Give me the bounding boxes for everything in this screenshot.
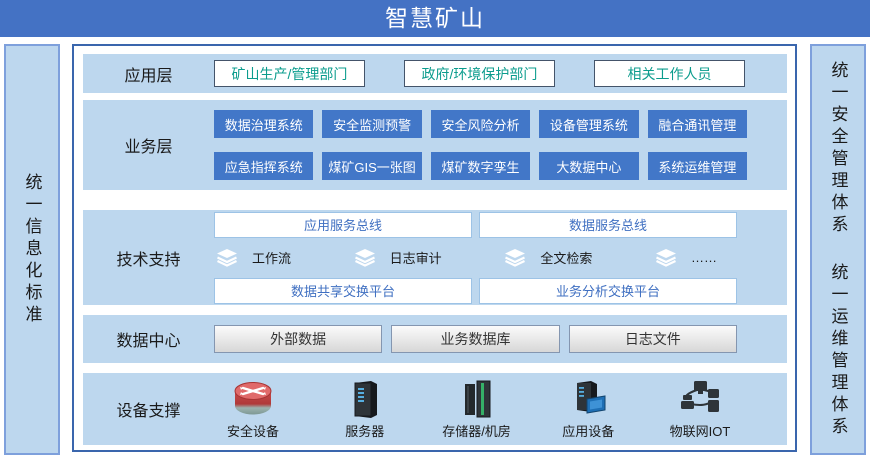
middleware-item: 工作流: [216, 248, 291, 267]
security-system-label: 统一安全管理体系: [830, 61, 847, 237]
business-system-box: 煤矿数字孪生: [431, 152, 530, 180]
data-source-box: 外部数据: [214, 325, 382, 353]
application-box: 矿山生产/管理部门: [214, 60, 365, 87]
app-device-icon: [567, 379, 609, 419]
tech-support-label: 技术支持: [83, 210, 214, 305]
iot-network-icon: [677, 379, 723, 419]
business-system-box: 煤矿GIS一张图: [322, 152, 421, 180]
business-system-box: 系统运维管理: [648, 152, 747, 180]
business-row: 应急指挥系统 煤矿GIS一张图 煤矿数字孪生 大数据中心 系统运维管理: [214, 152, 747, 180]
right-systems-bar: 统一安全管理体系 统一运维管理体系: [810, 44, 866, 455]
page-title: 智慧矿山: [0, 0, 870, 37]
middleware-row: 工作流 日志审计 全文检索 ……: [214, 247, 737, 269]
business-system-box: 融合通讯管理: [648, 110, 747, 138]
exchange-platform-row: 数据共享交换平台 业务分析交换平台: [214, 278, 737, 304]
equipment-label: 存储器/机房: [442, 421, 511, 440]
exchange-platform-box: 数据共享交换平台: [214, 278, 472, 304]
business-system-box: 应急指挥系统: [214, 152, 313, 180]
equipment-label: 安全设备: [227, 421, 279, 440]
data-source-box: 日志文件: [569, 325, 737, 353]
smart-mine-architecture-diagram: 智慧矿山 统一信息化标准 统一安全管理体系 统一运维管理体系 应用层 矿山生产/…: [0, 0, 870, 457]
equipment-label: 服务器: [345, 421, 384, 440]
equipment-label: 物联网IOT: [670, 421, 731, 440]
service-bus-box: 应用服务总线: [214, 212, 472, 238]
equipment-item: 存储器/机房: [442, 379, 512, 440]
equipment-layer-panel: 设备支撑: [83, 373, 787, 445]
business-system-box: 安全风险分析: [431, 110, 530, 138]
left-standard-bar: 统一信息化标准: [4, 44, 60, 455]
exchange-platform-box: 业务分析交换平台: [479, 278, 737, 304]
layers-icon: [216, 248, 238, 267]
business-system-box: 大数据中心: [539, 152, 638, 180]
middleware-label: 日志审计: [390, 248, 442, 267]
middleware-label: 全文检索: [540, 248, 592, 267]
layers-icon: [354, 248, 376, 267]
data-center-label: 数据中心: [83, 315, 214, 363]
middleware-label: ……: [691, 250, 717, 265]
firewall-router-icon: [230, 379, 276, 419]
ops-system-label: 统一运维管理体系: [830, 263, 847, 439]
business-layer-panel: 业务层 数据治理系统 安全监测预警 安全风险分析 设备管理系统 融合通讯管理 应…: [83, 100, 787, 190]
equipment-label: 应用设备: [562, 421, 614, 440]
diagram-container: 应用层 矿山生产/管理部门 政府/环境保护部门 相关工作人员 业务层 数据治理系…: [72, 44, 797, 452]
server-icon: [345, 379, 385, 419]
application-box: 政府/环境保护部门: [404, 60, 555, 87]
layers-icon: [504, 248, 526, 267]
application-layer-label: 应用层: [83, 54, 214, 93]
equipment-item: 服务器: [330, 379, 400, 440]
equipment-item: 物联网IOT: [665, 379, 735, 440]
middleware-item: 全文检索: [504, 248, 592, 267]
equipment-layer-label: 设备支撑: [83, 373, 214, 445]
business-system-box: 安全监测预警: [322, 110, 421, 138]
application-box: 相关工作人员: [594, 60, 745, 87]
service-bus-box: 数据服务总线: [479, 212, 737, 238]
middleware-item: 日志审计: [354, 248, 442, 267]
equipment-item: 安全设备: [218, 379, 288, 440]
business-system-box: 设备管理系统: [539, 110, 638, 138]
data-source-box: 业务数据库: [391, 325, 559, 353]
business-layer-label: 业务层: [83, 100, 214, 190]
left-standard-label: 统一信息化标准: [24, 173, 41, 327]
service-bus-row: 应用服务总线 数据服务总线: [214, 212, 737, 238]
middleware-item: ……: [655, 248, 717, 267]
business-row: 数据治理系统 安全监测预警 安全风险分析 设备管理系统 融合通讯管理: [214, 110, 747, 138]
data-center-panel: 数据中心 外部数据 业务数据库 日志文件: [83, 315, 787, 363]
equipment-item: 应用设备: [553, 379, 623, 440]
tech-support-panel: 技术支持 应用服务总线 数据服务总线 工作流 日志审计: [83, 210, 787, 305]
business-system-box: 数据治理系统: [214, 110, 313, 138]
middleware-label: 工作流: [252, 248, 291, 267]
application-layer-panel: 应用层 矿山生产/管理部门 政府/环境保护部门 相关工作人员: [83, 54, 787, 93]
layers-icon: [655, 248, 677, 267]
storage-rack-icon: [457, 379, 497, 419]
